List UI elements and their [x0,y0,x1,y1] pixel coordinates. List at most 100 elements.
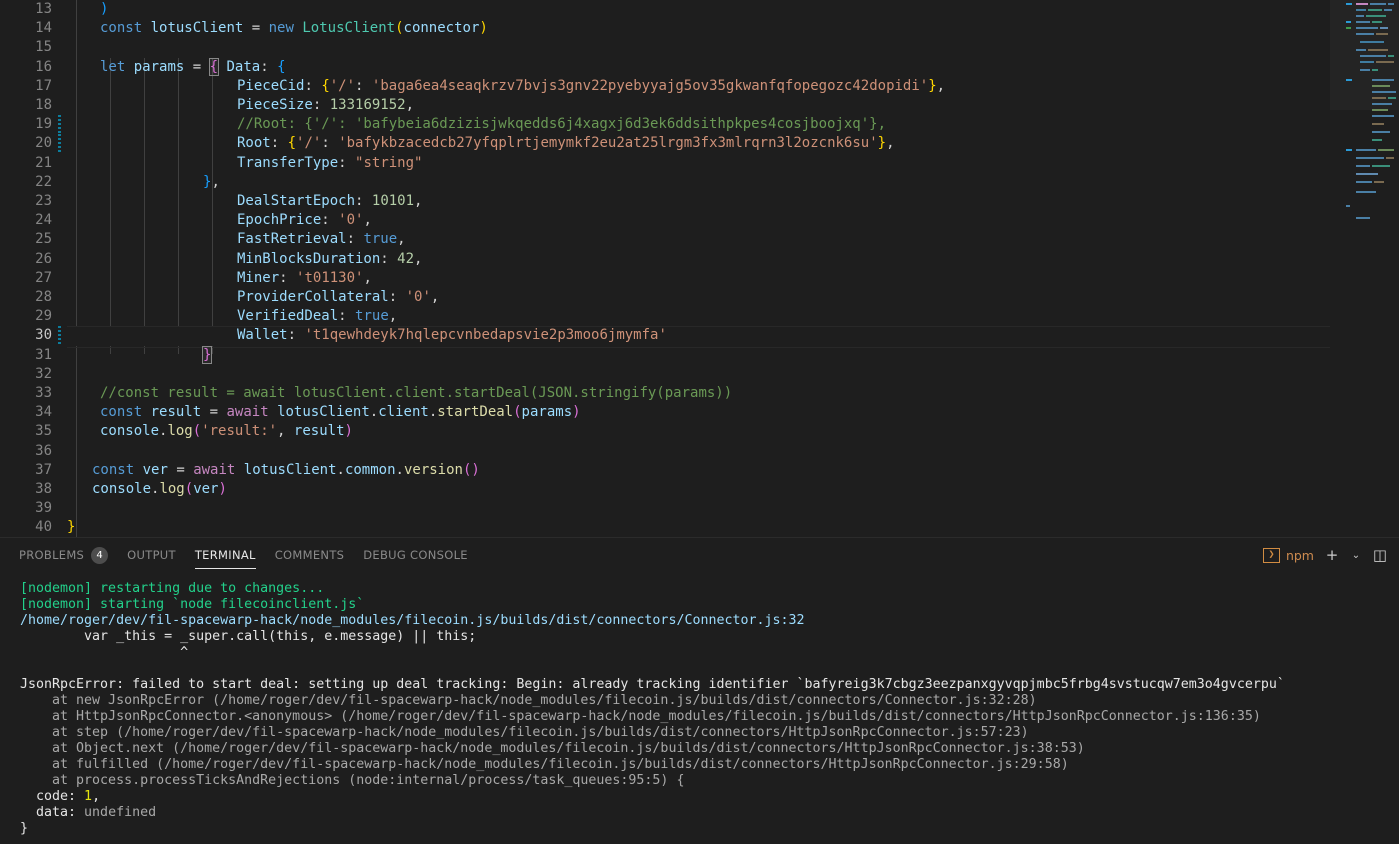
modified-gutter-marker [58,326,61,346]
line-content: const ver = await lotusClient.common.ver… [92,461,480,478]
line-content: //const result = await lotusClient.clien… [100,385,733,401]
terminal-line[interactable]: at fulfilled (/home/roger/dev/fil-spacew… [20,757,1399,773]
tab-debug-console-label: DEBUG CONSOLE [363,548,468,562]
line-number: 21 [35,154,52,171]
line-number: 25 [35,231,52,248]
active-terminal-selector[interactable]: ❯ npm [1262,547,1314,563]
terminal-shell-label: npm [1285,547,1314,563]
code-line-active[interactable]: 30 Wallet: 't1qewhdeyk7hqlepcvnbedapsvie… [0,326,1330,348]
split-terminal-icon[interactable]: ◫ [1371,546,1389,564]
line-content: console.log(ver) [92,481,227,497]
code-line[interactable]: 39 [0,499,1330,518]
code-line[interactable]: 34 const result = await lotusClient.clie… [0,403,1330,422]
line-content: TransferType: "string" [237,154,423,171]
code-line[interactable]: 35 console.log('result:', result) [0,422,1330,441]
tab-comments[interactable]: COMMENTS [275,538,345,572]
tab-terminal[interactable]: TERMINAL [194,538,256,572]
code-line[interactable]: 16 let params = { Data: { [0,57,1330,77]
code-line[interactable]: 18 PieceSize: 133169152, [0,96,1330,115]
code-line[interactable]: 22 }, [0,173,1330,192]
terminal-line: [nodemon] restarting due to changes... [20,581,325,596]
terminal-line: var _this = _super.call(this, e.message)… [20,629,477,644]
modified-gutter-marker [58,134,61,154]
line-number: 26 [35,250,52,267]
code-line[interactable]: 31 } [0,345,1330,365]
line-content: EpochPrice: '0', [237,212,372,229]
chevron-down-icon[interactable]: ⌄ [1350,546,1362,564]
code-line[interactable]: 25 FastRetrieval: true, [0,230,1330,249]
terminal-line[interactable]: at step (/home/roger/dev/fil-spacewarp-h… [20,725,1399,741]
tab-problems[interactable]: PROBLEMS 4 [19,538,109,572]
terminal-line[interactable]: at new JsonRpcError (/home/roger/dev/fil… [20,693,1399,709]
code-line[interactable]: 20 Root: {'/': 'bafykbzacedcb27yfqplrtje… [0,134,1330,154]
code-line[interactable]: 13 ) [0,0,1330,19]
code-line[interactable]: 14 const lotusClient = new LotusClient(c… [0,19,1330,38]
line-number: 19 [35,116,52,133]
code-line[interactable]: 33 //const result = await lotusClient.cl… [0,384,1330,403]
code-lines[interactable]: 13 ) 14 const lotusClient = new LotusCli… [0,0,1399,537]
line-content: ) [100,1,109,17]
line-number: 34 [35,404,52,421]
line-content: DealStartEpoch: 10101, [237,193,423,209]
line-number: 18 [35,97,52,113]
code-line[interactable]: 38 console.log(ver) [0,480,1330,499]
terminal-line: data: undefined [20,805,157,820]
terminal-line[interactable]: at Object.next (/home/roger/dev/fil-spac… [20,741,1399,757]
code-line[interactable]: 19 //Root: {'/': 'bafybeia6dzizisjwkqedd… [0,115,1330,135]
code-line[interactable]: 28 ProviderCollateral: '0', [0,288,1330,307]
panel-tabs: PROBLEMS 4 OUTPUT TERMINAL COMMENTS DEBU… [0,538,487,572]
code-line[interactable]: 36 [0,442,1330,461]
code-line[interactable]: 24 EpochPrice: '0', [0,211,1330,230]
terminal-line[interactable]: at process.processTicksAndRejections (no… [20,773,1399,789]
panel-header: PROBLEMS 4 OUTPUT TERMINAL COMMENTS DEBU… [0,538,1399,572]
line-number: 31 [35,346,52,363]
code-line[interactable]: 23 DealStartEpoch: 10101, [0,192,1330,211]
line-content: MinBlocksDuration: 42, [237,250,423,267]
tab-comments-label: COMMENTS [274,548,345,562]
code-editor[interactable]: 13 ) 14 const lotusClient = new LotusCli… [0,0,1399,537]
line-number: 33 [35,385,52,401]
line-content: PieceSize: 133169152, [237,97,415,113]
line-number: 36 [35,442,52,459]
tab-output-label: OUTPUT [127,548,176,562]
code-line[interactable]: 40 } [0,518,1330,537]
new-terminal-icon[interactable]: + [1323,546,1341,564]
code-line[interactable]: 37 const ver = await lotusClient.common.… [0,461,1330,480]
terminal-line: code: 1, [20,789,101,804]
code-line[interactable]: 32 [0,365,1330,384]
terminal-line: JsonRpcError: failed to start deal: sett… [20,677,1285,692]
line-number: 24 [35,212,52,229]
terminal-output[interactable]: [nodemon] restarting due to changes... [… [0,572,1399,844]
line-content: //Root: {'/': 'bafybeia6dzizisjwkqedds6j… [237,116,887,133]
line-number: 30 [35,327,52,344]
terminal-line: [nodemon] starting `node filecoinclient.… [20,597,365,612]
line-content: }, [203,173,220,190]
terminal-line[interactable]: at HttpJsonRpcConnector.<anonymous> (/ho… [20,709,1399,725]
data-value: undefined [84,805,157,820]
line-number: 28 [35,289,52,305]
tab-debug-console[interactable]: DEBUG CONSOLE [363,538,468,572]
line-number: 29 [35,308,52,325]
minimap[interactable] [1330,0,1399,537]
line-number: 39 [35,500,52,517]
line-number: 37 [35,461,52,478]
line-number: 16 [35,58,52,75]
exit-code-line: code: [20,789,85,804]
line-number: 35 [35,423,52,440]
tab-problems-label: PROBLEMS [19,548,85,562]
tab-output[interactable]: OUTPUT [127,538,176,572]
code-line[interactable]: 29 VerifiedDeal: true, [0,307,1330,326]
code-line[interactable]: 17 PieceCid: {'/': 'baga6ea4seaqkrzv7bvj… [0,77,1330,96]
line-content: Miner: 't01130', [237,269,372,286]
code-line[interactable]: 26 MinBlocksDuration: 42, [0,250,1330,269]
line-number: 40 [35,519,52,536]
code-line[interactable]: 15 [0,38,1330,57]
line-content: } [67,519,76,536]
line-content: VerifiedDeal: true, [237,308,398,325]
code-line[interactable]: 27 Miner: 't01130', [0,269,1330,288]
terminal-line: /home/roger/dev/fil-spacewarp-hack/node_… [20,613,805,628]
code-line[interactable]: 21 TransferType: "string" [0,154,1330,173]
line-content: const result = await lotusClient.client.… [100,404,581,421]
line-number: 17 [35,77,52,94]
